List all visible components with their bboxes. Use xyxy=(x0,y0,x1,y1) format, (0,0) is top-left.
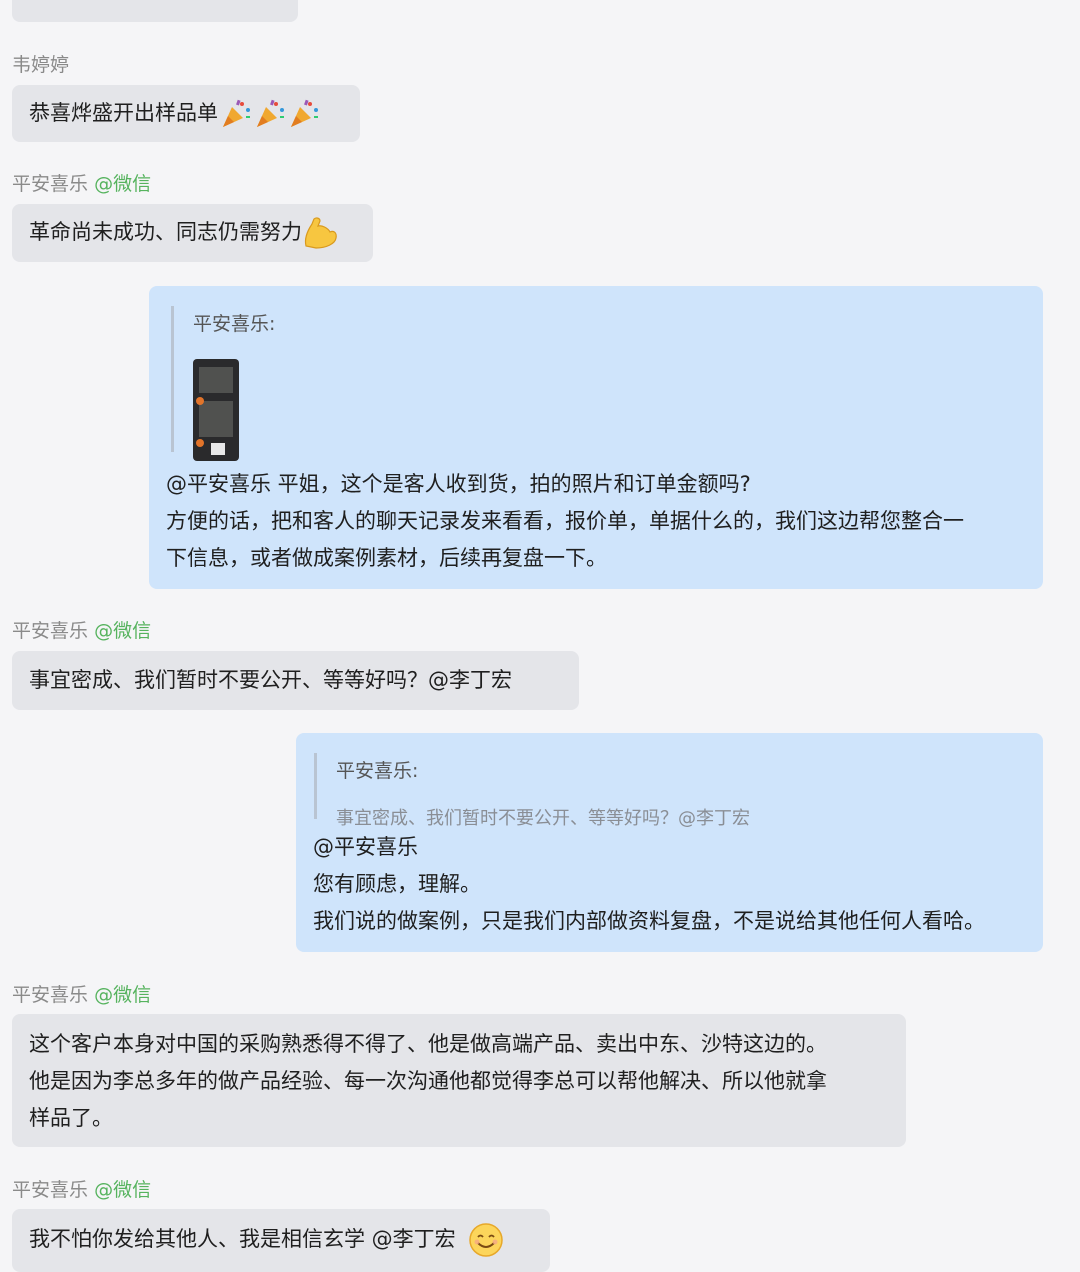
message-bubble-outgoing[interactable]: 平安喜乐: 事宜密成、我们暂时不要公开、等等好吗？@李丁宏 @平安喜乐 您有顾虑… xyxy=(296,733,1043,952)
party-popper-icon xyxy=(257,99,284,127)
sender-name: 平安喜乐 @微信 xyxy=(12,173,152,195)
smiling-face-icon xyxy=(469,1223,504,1257)
message-bubble[interactable]: 我不怕你发给其他人、我是相信玄学 @李丁宏 xyxy=(12,1209,550,1272)
message-bubble[interactable]: 这个客户本身对中国的采购熟悉得不得了、他是做高端产品、卖出中东、沙特这边的。 他… xyxy=(12,1014,906,1147)
message-line: 样品了。 xyxy=(29,1106,113,1130)
message-line: 这个客户本身对中国的采购熟悉得不得了、他是做高端产品、卖出中东、沙特这边的。 xyxy=(29,1032,827,1056)
sender-name: 平安喜乐 @微信 xyxy=(12,984,152,1006)
sender-name: 韦婷婷 xyxy=(12,54,70,76)
quoted-image-thumbnail[interactable] xyxy=(193,359,239,461)
message-line: 下信息，或者做成案例素材，后续再复盘一下。 xyxy=(166,546,607,570)
message-bubble[interactable]: 革命尚未成功、同志仍需努力 xyxy=(12,204,373,262)
sender-name: 平安喜乐 @微信 xyxy=(12,1179,152,1201)
message-line: @平安喜乐 平姐，这个是客人收到货，拍的照片和订单金额吗? xyxy=(166,472,751,496)
message-text: 事宜密成、我们暂时不要公开、等等好吗？@李丁宏 xyxy=(29,668,512,692)
quoted-sender: 平安喜乐: xyxy=(336,760,419,782)
quoted-sender: 平安喜乐: xyxy=(193,313,276,335)
message-line: 我们说的做案例，只是我们内部做资料复盘，不是说给其他任何人看哈。 xyxy=(313,909,985,933)
sender-channel: @微信 xyxy=(94,173,152,195)
message-text: 我不怕你发给其他人、我是相信玄学 @李丁宏 xyxy=(29,1227,456,1251)
message-line: @平安喜乐 xyxy=(313,835,418,859)
sender-channel: @微信 xyxy=(94,1179,152,1201)
message-bubble-outgoing[interactable]: 平安喜乐: @平安喜乐 平姐，这个是客人收到货，拍的照片和订单金额吗? 方便的话… xyxy=(149,286,1043,589)
party-popper-icon xyxy=(223,99,250,127)
message-text: 革命尚未成功、同志仍需努力 xyxy=(29,220,302,244)
message-text-block: @平安喜乐 您有顾虑，理解。 我们说的做案例，只是我们内部做资料复盘，不是说给其… xyxy=(313,829,985,940)
message-line: 您有顾虑，理解。 xyxy=(313,872,481,896)
message-line: 方便的话，把和客人的聊天记录发来看看，报价单，单据什么的，我们这边帮您整合一 xyxy=(166,509,964,533)
message-text-block: @平安喜乐 平姐，这个是客人收到货，拍的照片和订单金额吗? 方便的话，把和客人的… xyxy=(166,466,964,577)
flexed-biceps-icon xyxy=(304,217,337,249)
sender-channel: @微信 xyxy=(94,984,152,1006)
message-text: 恭喜烨盛开出样品单 xyxy=(29,101,218,125)
message-bubble[interactable]: 事宜密成、我们暂时不要公开、等等好吗？@李丁宏 xyxy=(12,651,579,710)
message-line: 他是因为李总多年的做产品经验、每一次沟通他都觉得李总可以帮他解决、所以他就拿 xyxy=(29,1069,827,1093)
sender-channel: @微信 xyxy=(94,620,152,642)
sender-name: 平安喜乐 @微信 xyxy=(12,620,152,642)
message-bubble[interactable]: 恭喜烨盛开出样品单 xyxy=(12,85,360,142)
party-popper-icon xyxy=(291,99,318,127)
quoted-message: 平安喜乐: 事宜密成、我们暂时不要公开、等等好吗？@李丁宏 xyxy=(314,753,750,829)
quoted-message: 平安喜乐: xyxy=(171,306,276,461)
message-bubble-partial xyxy=(12,0,298,22)
